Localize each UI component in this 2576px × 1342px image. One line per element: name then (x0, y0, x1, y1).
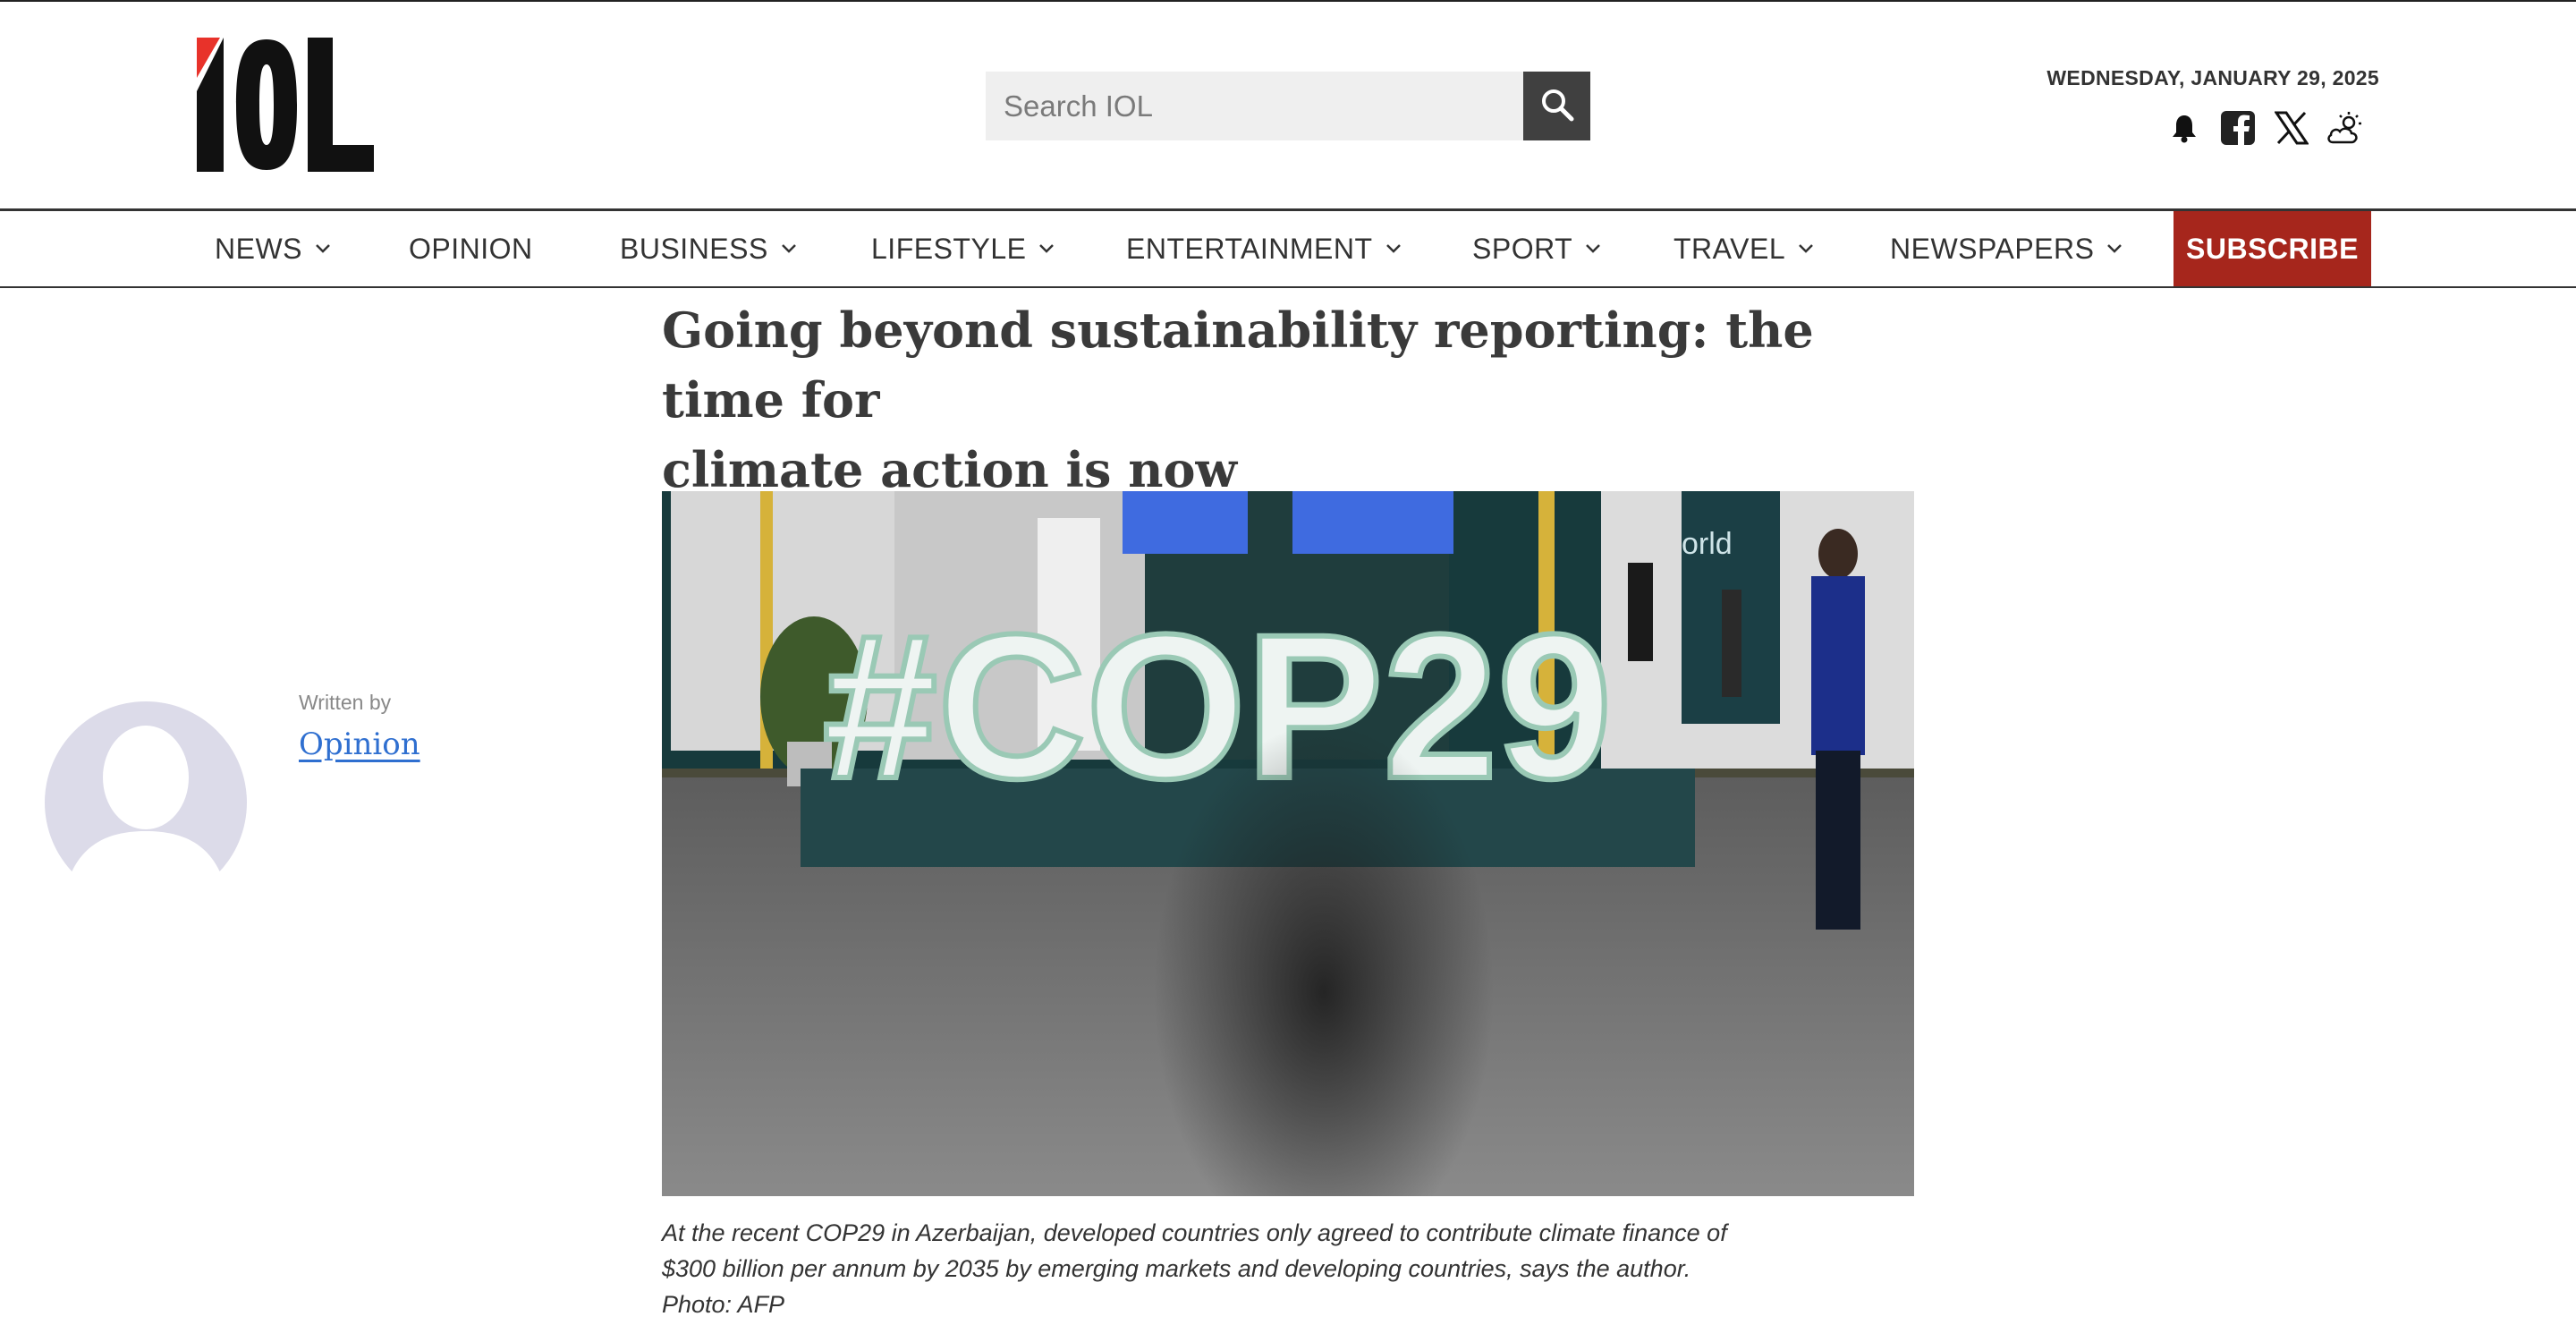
nav-item-newspapers[interactable]: NEWSPAPERS (1890, 211, 2123, 286)
nav-label: NEWS (215, 232, 302, 265)
search-button[interactable] (1523, 72, 1590, 140)
nav-item-opinion[interactable]: OPINION (409, 211, 533, 286)
chevron-down-icon (1799, 244, 1813, 253)
nav-item-sport[interactable]: SPORT (1472, 211, 1601, 286)
chevron-down-icon (1385, 244, 1401, 253)
headline-line-1: Going beyond sustainability reporting: t… (662, 302, 1814, 429)
bell-icon[interactable] (2165, 108, 2204, 148)
search-bar (986, 72, 1590, 140)
written-by-label: Written by (299, 691, 392, 714)
weather-icon[interactable] (2326, 108, 2365, 148)
headline-line-2: climate action is now (662, 441, 1238, 498)
article-headline: Going beyond sustainability reporting: t… (662, 295, 1932, 505)
nav-border-bottom (0, 286, 2576, 288)
nav-label: NEWSPAPERS (1890, 232, 2095, 265)
caption-credit: Photo: AFP (662, 1291, 785, 1318)
x-icon[interactable] (2272, 108, 2311, 148)
facebook-icon[interactable] (2218, 108, 2258, 148)
iol-logo[interactable] (197, 38, 376, 172)
chevron-down-icon (1039, 244, 1055, 253)
top-border (0, 0, 2576, 2)
chevron-down-icon (2107, 244, 2123, 253)
search-input[interactable] (986, 72, 1523, 140)
nav-item-travel[interactable]: TRAVEL (1674, 211, 1814, 286)
nav-item-business[interactable]: BUSINESS (620, 211, 797, 286)
nav-label: ENTERTAINMENT (1126, 232, 1373, 265)
nav-label: TRAVEL (1674, 232, 1786, 265)
chevron-down-icon (1586, 244, 1601, 253)
caption-line-2: $300 billion per annum by 2035 by emergi… (662, 1255, 1691, 1282)
nav-label: OPINION (409, 232, 533, 265)
nav-label: SPORT (1472, 232, 1573, 265)
author-avatar (45, 701, 247, 904)
image-caption: At the recent COP29 in Azerbaijan, devel… (662, 1215, 1932, 1322)
wall-text: orld (1682, 527, 1733, 561)
subscribe-button[interactable]: SUBSCRIBE (2174, 211, 2371, 286)
nav-item-entertainment[interactable]: ENTERTAINMENT (1126, 211, 1402, 286)
nav-item-news[interactable]: NEWS (215, 211, 331, 286)
chevron-down-icon (316, 244, 330, 253)
nav-label: BUSINESS (620, 232, 768, 265)
author-name-link[interactable]: Opinion (299, 726, 420, 762)
header-icons (2165, 106, 2365, 150)
hero-image: orld #COP29 (662, 491, 1914, 1196)
search-icon (1539, 87, 1575, 125)
current-date: WEDNESDAY, JANUARY 29, 2025 (2046, 66, 2379, 89)
nav-item-lifestyle[interactable]: LIFESTYLE (871, 211, 1055, 286)
nav-label: LIFESTYLE (871, 232, 1027, 265)
caption-line-1: At the recent COP29 in Azerbaijan, devel… (662, 1219, 1727, 1246)
chevron-down-icon (781, 244, 796, 253)
